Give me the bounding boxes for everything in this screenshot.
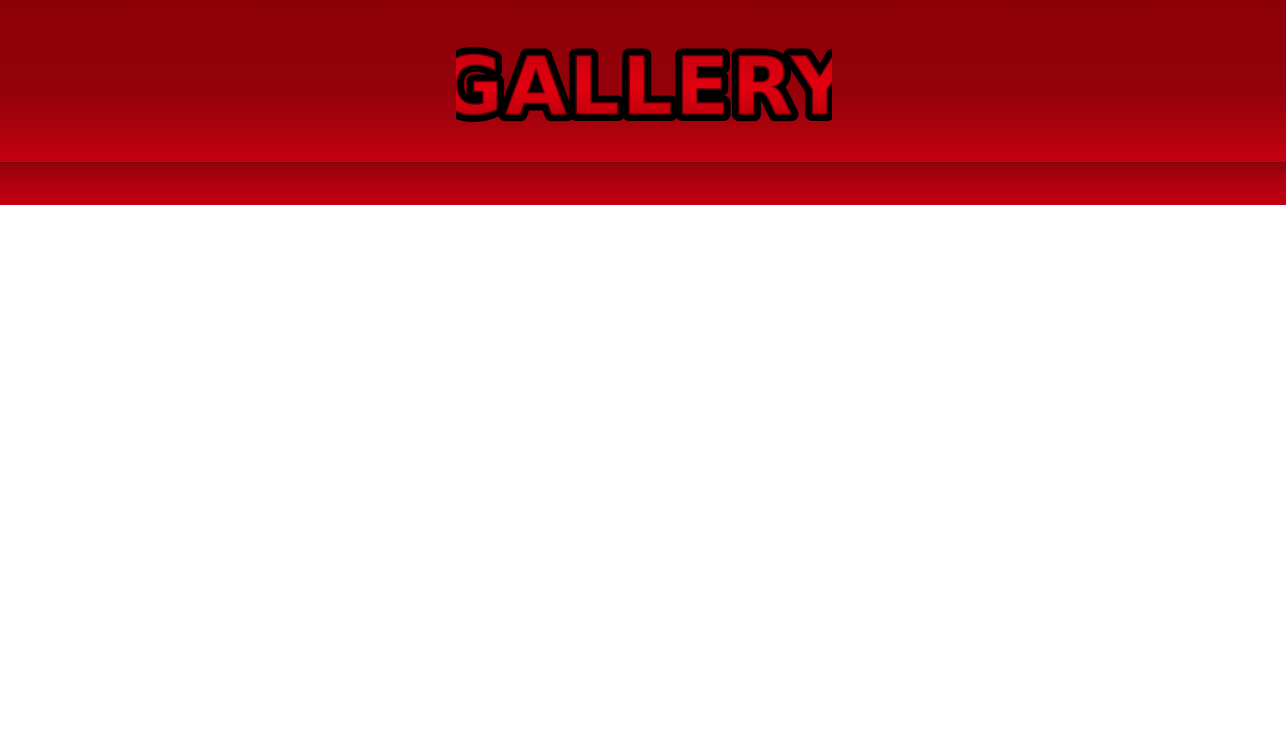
gallery-logo: GALLERY GALLERY: [456, 36, 832, 140]
gallery-content: [0, 205, 1286, 730]
page-header: GALLERY GALLERY: [0, 0, 1286, 163]
logo-fill-text: GALLERY: [456, 40, 832, 133]
nav-bar: [0, 162, 1286, 206]
